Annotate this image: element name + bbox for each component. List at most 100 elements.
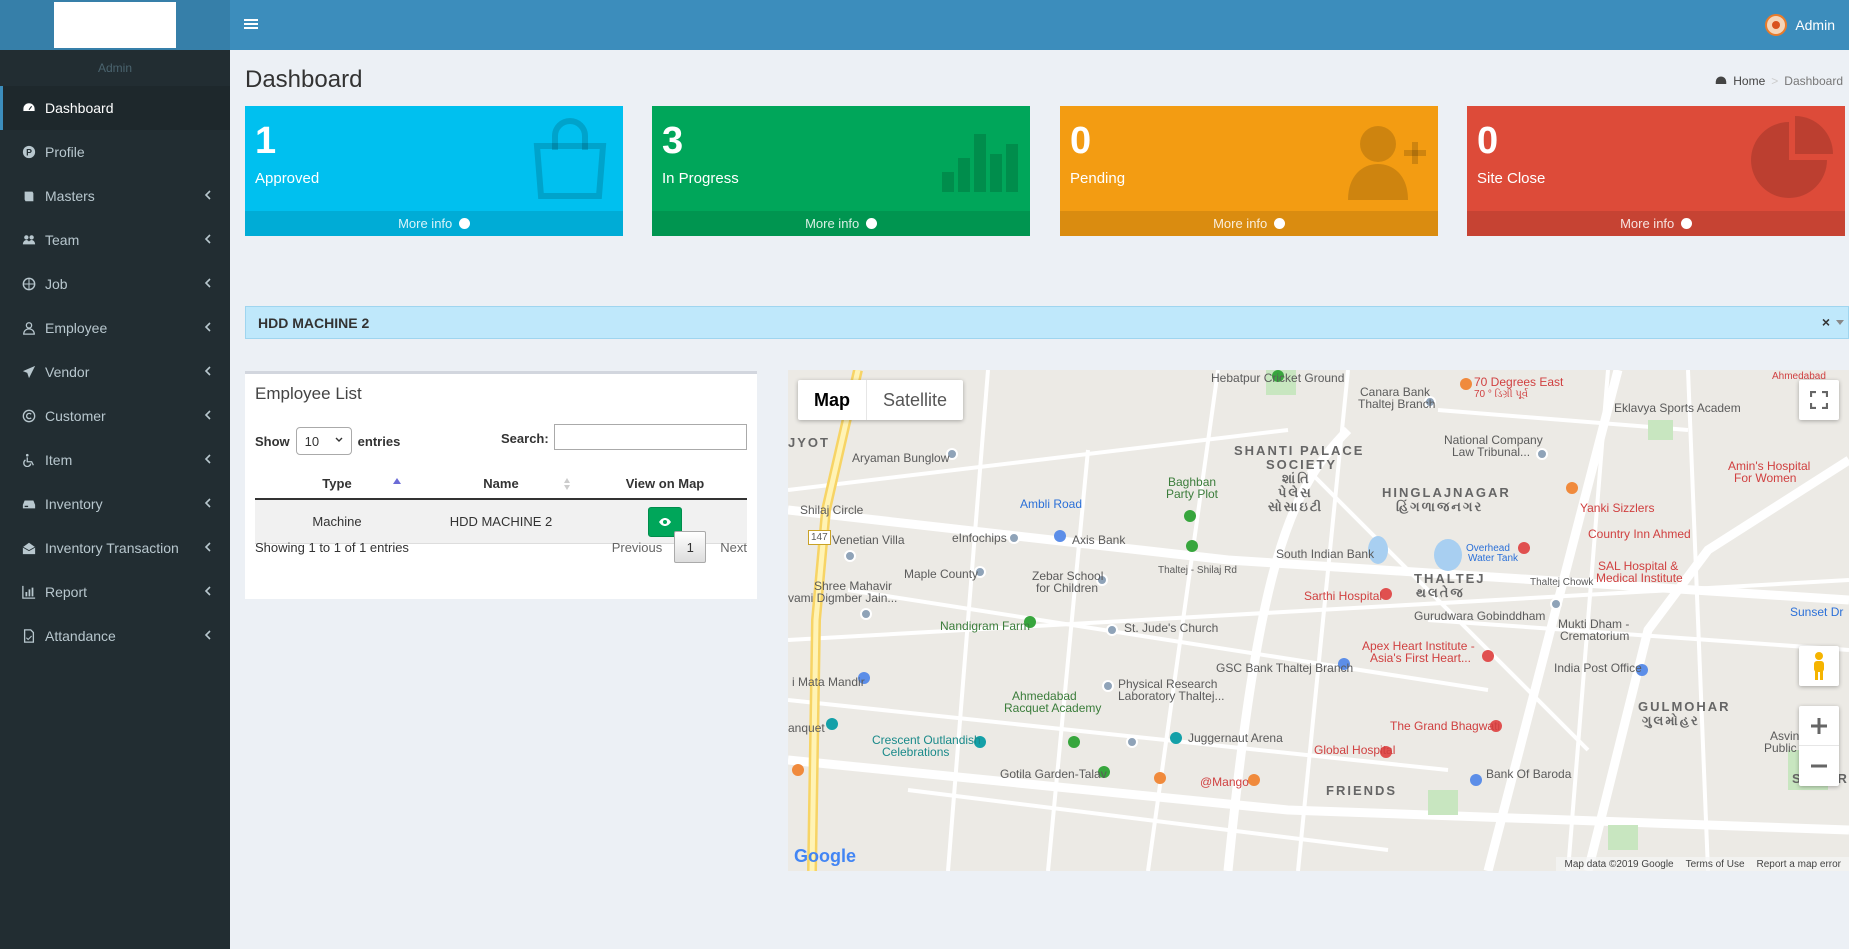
machine-select-bar[interactable]: HDD MACHINE 2 ×: [245, 306, 1849, 339]
map-label: India Post Office: [1554, 661, 1642, 675]
sort-ascending-icon: [393, 478, 401, 484]
map-marker-icon[interactable]: [1482, 650, 1494, 662]
google-logo[interactable]: Google: [794, 846, 856, 867]
sidebar-item-employee[interactable]: Employee: [0, 306, 230, 350]
fullscreen-button[interactable]: [1799, 380, 1839, 420]
chevron-left-icon: [204, 322, 211, 332]
stat-box-approved: 1 Approved More info: [245, 106, 623, 236]
clear-selection-button[interactable]: ×: [1822, 314, 1830, 330]
map-marker-icon[interactable]: [1008, 532, 1020, 544]
sidebar-item-label: Dashboard: [45, 100, 114, 116]
zoom-in-button[interactable]: [1799, 706, 1839, 746]
zoom-out-button[interactable]: [1799, 746, 1839, 786]
hamburger-menu-icon[interactable]: [244, 17, 258, 31]
map-marker-icon[interactable]: [1184, 510, 1196, 522]
map-marker-icon[interactable]: [1460, 378, 1472, 390]
map-label: St. Jude's Church: [1124, 621, 1219, 635]
previous-page-button[interactable]: Previous: [612, 540, 663, 555]
chevron-left-icon: [204, 454, 211, 464]
map-marker-icon[interactable]: [1170, 732, 1182, 744]
table-info: Showing 1 to 1 of 1 entries: [255, 540, 409, 555]
map-marker-icon[interactable]: [1102, 680, 1114, 692]
stat-box-pending: 0 Pending More info: [1060, 106, 1438, 236]
map-type-map-button[interactable]: Map: [798, 380, 867, 420]
map-label: anquet: [788, 721, 825, 735]
map-marker-icon[interactable]: [1154, 772, 1166, 784]
entries-select[interactable]: 10: [295, 427, 352, 455]
sidebar-item-customer[interactable]: Customer: [0, 394, 230, 438]
terms-of-use-link[interactable]: Terms of Use: [1686, 859, 1745, 870]
sidebar-item-masters[interactable]: Masters: [0, 174, 230, 218]
map-type-satellite-button[interactable]: Satellite: [867, 380, 963, 420]
map-label: i Mata Mandir: [792, 675, 865, 689]
column-header-name[interactable]: Name: [419, 468, 583, 498]
map-label: Thaltej - Shilaj Rd: [1158, 565, 1237, 576]
sidebar-item-job[interactable]: Job: [0, 262, 230, 306]
stat-label: In Progress: [662, 170, 739, 187]
profile-icon: P: [21, 144, 37, 160]
more-info-link[interactable]: More info: [652, 211, 1030, 236]
map-marker-icon[interactable]: [1068, 736, 1080, 748]
search-input[interactable]: [554, 424, 747, 450]
user-menu[interactable]: Admin: [1765, 0, 1835, 50]
map-label: SOCIETY: [1266, 457, 1338, 472]
map-marker-icon[interactable]: [1126, 736, 1138, 748]
user-icon: [21, 320, 37, 336]
map-label: FRIENDS: [1326, 783, 1398, 798]
dropdown-caret-icon[interactable]: [1836, 320, 1844, 325]
logo-area[interactable]: [0, 0, 230, 50]
column-header-type[interactable]: Type: [255, 468, 419, 498]
sidebar-item-label: Report: [45, 584, 88, 600]
breadcrumb-home[interactable]: Home: [1733, 74, 1765, 88]
map-type-control: Map Satellite: [798, 380, 964, 420]
map-marker-icon[interactable]: [1186, 540, 1198, 552]
entries-select-value: 10: [304, 433, 320, 449]
arrow-circle-right-icon: [1680, 218, 1692, 229]
sidebar-item-vendor[interactable]: Vendor: [0, 350, 230, 394]
sidebar-item-report[interactable]: Report: [0, 570, 230, 614]
sidebar-item-label: Inventory: [45, 496, 103, 512]
next-page-button[interactable]: Next: [720, 540, 747, 555]
user-plus-icon: [1348, 126, 1426, 200]
map-label: For Women: [1734, 471, 1797, 485]
logo: [54, 2, 176, 48]
map-marker-icon[interactable]: [826, 718, 838, 730]
more-info-link[interactable]: More info: [245, 211, 623, 236]
report-map-error-link[interactable]: Report a map error: [1757, 859, 1841, 870]
sidebar-item-profile[interactable]: P Profile: [0, 130, 230, 174]
sidebar-item-team[interactable]: Team: [0, 218, 230, 262]
map-attribution: Map data ©2019 Google Terms of Use Repor…: [1556, 857, 1849, 871]
sidebar-item-label: Team: [45, 232, 80, 248]
cell-name: HDD MACHINE 2: [449, 514, 553, 529]
map-marker-icon[interactable]: [860, 608, 872, 620]
sidebar-item-attandance[interactable]: Attandance: [0, 614, 230, 658]
street-view-pegman[interactable]: [1799, 646, 1839, 686]
map-marker-icon[interactable]: [1536, 448, 1548, 460]
more-info-link[interactable]: More info: [1060, 211, 1438, 236]
more-info-label: More info: [1620, 216, 1675, 231]
sidebar-item-item[interactable]: Item: [0, 438, 230, 482]
map-label: થલતેજ: [1416, 585, 1465, 600]
sort-icon: [564, 478, 570, 490]
map-marker-icon[interactable]: [1054, 530, 1066, 542]
map-label: Axis Bank: [1072, 533, 1126, 547]
map-marker-icon[interactable]: [1550, 598, 1562, 610]
pagination: Previous 1 Next: [612, 531, 747, 563]
page-button-1[interactable]: 1: [674, 531, 707, 563]
users-icon: [21, 232, 37, 248]
more-info-link[interactable]: More info: [1467, 211, 1845, 236]
chevron-left-icon: [204, 630, 211, 640]
google-map[interactable]: Hebatpur Cricket Ground 70 Degrees East …: [788, 370, 1849, 871]
map-marker-icon[interactable]: [1566, 482, 1578, 494]
sidebar-item-inventory-transaction[interactable]: Inventory Transaction: [0, 526, 230, 570]
map-marker-icon[interactable]: [1248, 774, 1260, 786]
map-marker-icon[interactable]: [1518, 542, 1530, 554]
map-marker-icon[interactable]: [792, 764, 804, 776]
map-marker-icon[interactable]: [1470, 774, 1482, 786]
sidebar-item-label: Attandance: [45, 628, 116, 644]
column-header-view-on-map: View on Map: [583, 468, 747, 498]
map-marker-icon[interactable]: [1106, 624, 1118, 636]
sidebar-item-dashboard[interactable]: Dashboard: [0, 86, 230, 130]
map-marker-icon[interactable]: [844, 550, 856, 562]
sidebar-item-inventory[interactable]: Inventory: [0, 482, 230, 526]
